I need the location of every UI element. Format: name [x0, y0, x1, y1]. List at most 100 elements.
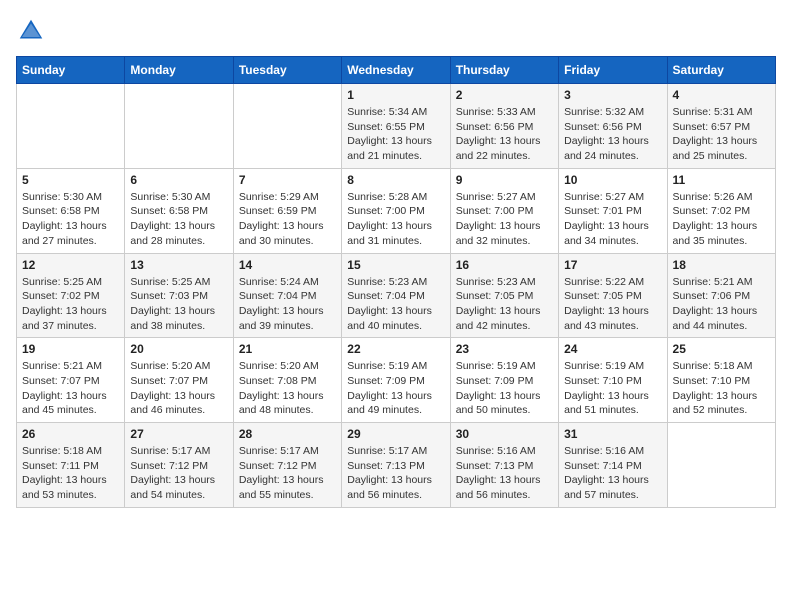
header-cell-sunday: Sunday: [17, 57, 125, 84]
day-info: Sunrise: 5:24 AM Sunset: 7:04 PM Dayligh…: [239, 275, 336, 334]
day-cell: 24 Sunrise: 5:19 AM Sunset: 7:10 PM Dayli…: [559, 338, 667, 423]
day-number: 22: [347, 342, 444, 356]
day-info: Sunrise: 5:25 AM Sunset: 7:03 PM Dayligh…: [130, 275, 227, 334]
day-number: 30: [456, 427, 553, 441]
day-cell: 18Sunrise: 5:21 AM Sunset: 7:06 PM Dayli…: [667, 253, 775, 338]
day-cell: 11 Sunrise: 5:26 AM Sunset: 7:02 PM Dayli…: [667, 168, 775, 253]
day-cell: 9 Sunrise: 5:27 AM Sunset: 7:00 PM Daylig…: [450, 168, 558, 253]
day-cell: 19 Sunrise: 5:21 AM Sunset: 7:07 PM Dayli…: [17, 338, 125, 423]
day-info: Sunrise: 5:30 AM Sunset: 6:58 PM Dayligh…: [22, 190, 119, 249]
day-number: 13: [130, 258, 227, 272]
day-cell: 30 Sunrise: 5:16 AM Sunset: 7:13 PM Dayli…: [450, 423, 558, 508]
day-cell: [125, 84, 233, 169]
week-row-0: 1Sunrise: 5:34 AM Sunset: 6:55 PM Daylig…: [17, 84, 776, 169]
day-cell: 23 Sunrise: 5:19 AM Sunset: 7:09 PM Dayli…: [450, 338, 558, 423]
day-info: Sunrise: 5:19 AM Sunset: 7:10 PM Dayligh…: [564, 359, 661, 418]
day-number: 19: [22, 342, 119, 356]
day-cell: 31 Sunrise: 5:16 AM Sunset: 7:14 PM Dayli…: [559, 423, 667, 508]
day-number: 26: [22, 427, 119, 441]
day-number: 3: [564, 88, 661, 102]
day-cell: 29Sunrise: 5:17 AM Sunset: 7:13 PM Dayli…: [342, 423, 450, 508]
day-info: Sunrise: 5:22 AM Sunset: 7:05 PM Dayligh…: [564, 275, 661, 334]
day-number: 10: [564, 173, 661, 187]
day-number: 25: [673, 342, 770, 356]
week-row-3: 19 Sunrise: 5:21 AM Sunset: 7:07 PM Dayli…: [17, 338, 776, 423]
day-number: 9: [456, 173, 553, 187]
day-info: Sunrise: 5:20 AM Sunset: 7:07 PM Dayligh…: [130, 359, 227, 418]
day-number: 5: [22, 173, 119, 187]
day-cell: 26 Sunrise: 5:18 AM Sunset: 7:11 PM Dayli…: [17, 423, 125, 508]
day-number: 31: [564, 427, 661, 441]
day-number: 6: [130, 173, 227, 187]
day-info: Sunrise: 5:31 AM Sunset: 6:57 PM Dayligh…: [673, 105, 770, 164]
header-cell-wednesday: Wednesday: [342, 57, 450, 84]
day-number: 20: [130, 342, 227, 356]
day-info: Sunrise: 5:21 AM Sunset: 7:07 PM Dayligh…: [22, 359, 119, 418]
day-info: Sunrise: 5:16 AM Sunset: 7:14 PM Dayligh…: [564, 444, 661, 503]
logo-icon: [16, 16, 46, 46]
day-cell: [233, 84, 341, 169]
day-info: Sunrise: 5:27 AM Sunset: 7:00 PM Dayligh…: [456, 190, 553, 249]
day-cell: 1Sunrise: 5:34 AM Sunset: 6:55 PM Daylig…: [342, 84, 450, 169]
day-cell: 6 Sunrise: 5:30 AM Sunset: 6:58 PM Daylig…: [125, 168, 233, 253]
day-number: 28: [239, 427, 336, 441]
day-cell: 21Sunrise: 5:20 AM Sunset: 7:08 PM Dayli…: [233, 338, 341, 423]
day-number: 23: [456, 342, 553, 356]
day-info: Sunrise: 5:19 AM Sunset: 7:09 PM Dayligh…: [347, 359, 444, 418]
day-cell: 7 Sunrise: 5:29 AM Sunset: 6:59 PM Daylig…: [233, 168, 341, 253]
day-cell: 15Sunrise: 5:23 AM Sunset: 7:04 PM Dayli…: [342, 253, 450, 338]
day-cell: [667, 423, 775, 508]
day-number: 1: [347, 88, 444, 102]
day-number: 18: [673, 258, 770, 272]
day-number: 21: [239, 342, 336, 356]
day-number: 7: [239, 173, 336, 187]
day-info: Sunrise: 5:19 AM Sunset: 7:09 PM Dayligh…: [456, 359, 553, 418]
day-cell: 20 Sunrise: 5:20 AM Sunset: 7:07 PM Dayli…: [125, 338, 233, 423]
week-row-4: 26 Sunrise: 5:18 AM Sunset: 7:11 PM Dayli…: [17, 423, 776, 508]
day-cell: 8Sunrise: 5:28 AM Sunset: 7:00 PM Daylig…: [342, 168, 450, 253]
day-number: 11: [673, 173, 770, 187]
day-number: 17: [564, 258, 661, 272]
day-number: 4: [673, 88, 770, 102]
day-cell: 25 Sunrise: 5:18 AM Sunset: 7:10 PM Dayli…: [667, 338, 775, 423]
header-cell-friday: Friday: [559, 57, 667, 84]
logo: [16, 16, 50, 46]
day-number: 24: [564, 342, 661, 356]
day-info: Sunrise: 5:32 AM Sunset: 6:56 PM Dayligh…: [564, 105, 661, 164]
day-cell: 2 Sunrise: 5:33 AM Sunset: 6:56 PM Daylig…: [450, 84, 558, 169]
day-cell: 3 Sunrise: 5:32 AM Sunset: 6:56 PM Daylig…: [559, 84, 667, 169]
day-cell: 16Sunrise: 5:23 AM Sunset: 7:05 PM Dayli…: [450, 253, 558, 338]
header-cell-saturday: Saturday: [667, 57, 775, 84]
day-info: Sunrise: 5:16 AM Sunset: 7:13 PM Dayligh…: [456, 444, 553, 503]
day-info: Sunrise: 5:17 AM Sunset: 7:13 PM Dayligh…: [347, 444, 444, 503]
calendar-table: SundayMondayTuesdayWednesdayThursdayFrid…: [16, 56, 776, 508]
day-cell: 12Sunrise: 5:25 AM Sunset: 7:02 PM Dayli…: [17, 253, 125, 338]
header-row: SundayMondayTuesdayWednesdayThursdayFrid…: [17, 57, 776, 84]
day-info: Sunrise: 5:26 AM Sunset: 7:02 PM Dayligh…: [673, 190, 770, 249]
day-number: 2: [456, 88, 553, 102]
header-cell-tuesday: Tuesday: [233, 57, 341, 84]
day-info: Sunrise: 5:18 AM Sunset: 7:10 PM Dayligh…: [673, 359, 770, 418]
calendar-header: SundayMondayTuesdayWednesdayThursdayFrid…: [17, 57, 776, 84]
day-info: Sunrise: 5:17 AM Sunset: 7:12 PM Dayligh…: [239, 444, 336, 503]
day-info: Sunrise: 5:33 AM Sunset: 6:56 PM Dayligh…: [456, 105, 553, 164]
day-cell: 10Sunrise: 5:27 AM Sunset: 7:01 PM Dayli…: [559, 168, 667, 253]
day-info: Sunrise: 5:30 AM Sunset: 6:58 PM Dayligh…: [130, 190, 227, 249]
header-cell-monday: Monday: [125, 57, 233, 84]
day-info: Sunrise: 5:28 AM Sunset: 7:00 PM Dayligh…: [347, 190, 444, 249]
day-cell: 4 Sunrise: 5:31 AM Sunset: 6:57 PM Daylig…: [667, 84, 775, 169]
day-number: 16: [456, 258, 553, 272]
day-info: Sunrise: 5:23 AM Sunset: 7:04 PM Dayligh…: [347, 275, 444, 334]
calendar-body: 1Sunrise: 5:34 AM Sunset: 6:55 PM Daylig…: [17, 84, 776, 508]
page-header: [16, 16, 776, 46]
day-cell: 17 Sunrise: 5:22 AM Sunset: 7:05 PM Dayli…: [559, 253, 667, 338]
day-number: 14: [239, 258, 336, 272]
day-info: Sunrise: 5:29 AM Sunset: 6:59 PM Dayligh…: [239, 190, 336, 249]
header-cell-thursday: Thursday: [450, 57, 558, 84]
day-cell: 5 Sunrise: 5:30 AM Sunset: 6:58 PM Daylig…: [17, 168, 125, 253]
day-info: Sunrise: 5:17 AM Sunset: 7:12 PM Dayligh…: [130, 444, 227, 503]
day-info: Sunrise: 5:25 AM Sunset: 7:02 PM Dayligh…: [22, 275, 119, 334]
day-cell: 13 Sunrise: 5:25 AM Sunset: 7:03 PM Dayli…: [125, 253, 233, 338]
day-info: Sunrise: 5:18 AM Sunset: 7:11 PM Dayligh…: [22, 444, 119, 503]
day-cell: 22 Sunrise: 5:19 AM Sunset: 7:09 PM Dayli…: [342, 338, 450, 423]
